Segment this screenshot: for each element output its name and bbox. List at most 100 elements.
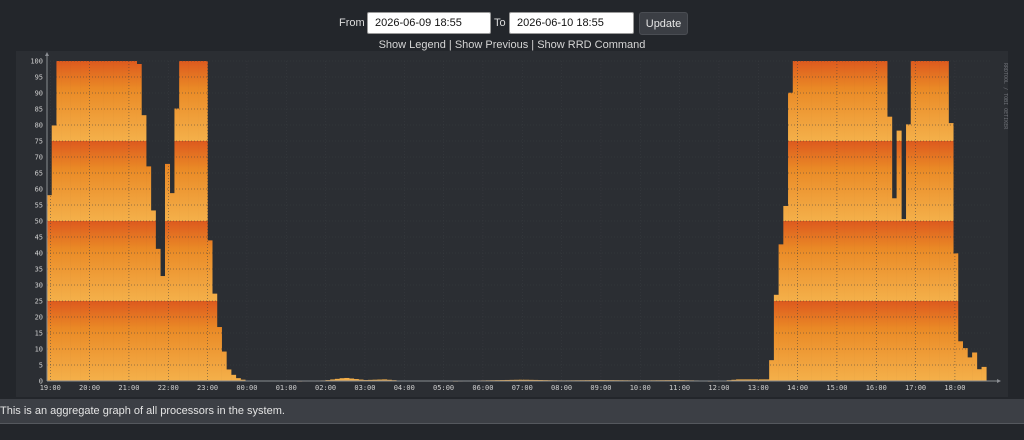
cpu-bar	[146, 221, 152, 301]
update-button[interactable]: Update	[639, 12, 688, 35]
cpu-bar	[193, 301, 199, 381]
cpu-bar	[976, 369, 982, 381]
cpu-bar	[943, 301, 949, 381]
cpu-bar	[948, 123, 954, 141]
cpu-bar	[873, 61, 879, 141]
x-tick-label: 14:00	[787, 384, 808, 392]
y-tick-label: 80	[35, 122, 43, 130]
cpu-bar	[122, 301, 128, 381]
cpu-bar	[56, 141, 62, 221]
cpu-bar	[792, 141, 798, 221]
cpu-bar	[906, 221, 912, 301]
cpu-bar	[868, 301, 874, 381]
cpu-bar	[65, 61, 71, 141]
cpu-bar	[179, 141, 185, 221]
cpu-bar	[47, 195, 53, 221]
y-tick-label: 40	[35, 250, 43, 258]
show-legend-link[interactable]: Show Legend	[379, 39, 446, 51]
cpu-bar	[56, 61, 62, 141]
link-separator: |	[531, 39, 535, 51]
y-tick-label: 5	[39, 362, 43, 370]
x-tick-label: 20:00	[79, 384, 100, 392]
cpu-bar	[150, 301, 156, 381]
cpu-bar	[94, 301, 100, 381]
cpu-bar	[202, 301, 208, 381]
cpu-bar	[131, 221, 137, 301]
cpu-bar	[868, 141, 874, 221]
cpu-bar	[821, 61, 827, 141]
cpu-bar	[136, 221, 142, 301]
cpu-bar	[122, 221, 128, 301]
cpu-bar	[887, 301, 893, 381]
cpu-bar	[193, 221, 199, 301]
x-tick-label: 11:00	[669, 384, 690, 392]
from-date-input[interactable]	[367, 12, 491, 34]
x-tick-label: 00:00	[236, 384, 257, 392]
cpu-bar	[108, 141, 114, 221]
show-rrd-command-link[interactable]: Show RRD Command	[537, 39, 645, 51]
cpu-bar	[929, 301, 935, 381]
cpu-bar	[835, 301, 841, 381]
cpu-bar	[89, 141, 95, 221]
cpu-bar	[70, 301, 76, 381]
cpu-bar	[972, 352, 978, 381]
cpu-bar	[80, 141, 86, 221]
cpu-bar	[863, 221, 869, 301]
cpu-bar	[929, 221, 935, 301]
cpu-bar	[146, 166, 152, 221]
cpu-bar	[849, 61, 855, 141]
cpu-bar	[131, 61, 137, 141]
cpu-bar	[141, 301, 147, 381]
cpu-bar	[830, 141, 836, 221]
cpu-bar	[844, 221, 850, 301]
cpu-usage-chart: 0510152025303540455055606570758085909510…	[30, 52, 1008, 392]
x-tick-label: 08:00	[551, 384, 572, 392]
cpu-bar	[61, 301, 67, 381]
cpu-bar	[811, 61, 817, 141]
cpu-bar	[854, 61, 860, 141]
cpu-bar	[811, 141, 817, 221]
cpu-bar	[94, 141, 100, 221]
cpu-bar	[188, 61, 194, 141]
cpu-bar	[773, 294, 779, 301]
cpu-bar	[108, 301, 114, 381]
cpu-bar	[122, 61, 128, 141]
y-tick-label: 70	[35, 154, 43, 162]
cpu-bar	[835, 61, 841, 141]
cpu-bar	[141, 221, 147, 301]
to-date-input[interactable]	[509, 12, 634, 34]
cpu-bar	[920, 141, 926, 221]
y-tick-label: 25	[35, 298, 43, 306]
cpu-bar	[103, 301, 109, 381]
cpu-bar	[117, 221, 123, 301]
cpu-bar	[849, 221, 855, 301]
cpu-bar	[863, 301, 869, 381]
cpu-bar	[174, 141, 180, 221]
cpu-bar	[165, 301, 171, 381]
cpu-bar	[198, 61, 204, 141]
y-tick-label: 45	[35, 234, 43, 242]
cpu-bar	[797, 141, 803, 221]
cpu-bar	[216, 327, 222, 381]
cpu-bar	[198, 141, 204, 221]
cpu-bar	[844, 301, 850, 381]
cpu-bar	[174, 301, 180, 381]
cpu-bar	[160, 276, 166, 301]
cpu-bar	[84, 221, 90, 301]
y-tick-label: 95	[35, 74, 43, 82]
y-tick-label: 30	[35, 282, 43, 290]
cpu-bar	[915, 61, 921, 141]
cpu-bar	[117, 301, 123, 381]
show-previous-link[interactable]: Show Previous	[455, 39, 528, 51]
cpu-bar	[920, 61, 926, 141]
cpu-bar	[212, 293, 218, 301]
cpu-bar	[962, 348, 968, 381]
cpu-bar	[806, 221, 812, 301]
cpu-bar	[816, 61, 822, 141]
cpu-bar	[51, 221, 57, 301]
cpu-bar	[953, 301, 959, 381]
cpu-bar	[825, 221, 831, 301]
cpu-bar	[136, 301, 142, 381]
cpu-bar	[915, 141, 921, 221]
cpu-bar	[183, 221, 189, 301]
